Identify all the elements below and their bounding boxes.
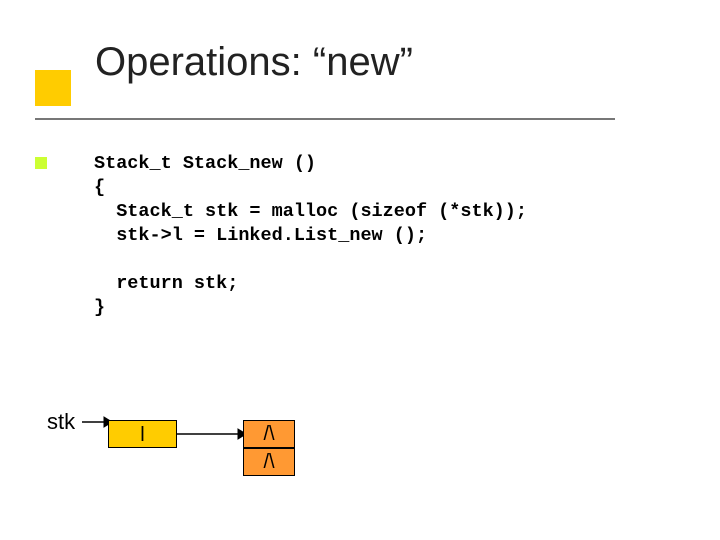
title-underline	[35, 118, 615, 120]
code-line: Stack_t stk = malloc (sizeof (*stk));	[94, 201, 527, 222]
title-bullet-square	[35, 70, 71, 106]
box-null-top: /\	[243, 420, 295, 448]
code-line: return stk;	[94, 273, 238, 294]
body-bullet-square	[35, 157, 47, 169]
box-null-bottom: /\	[243, 448, 295, 476]
code-line: }	[94, 297, 105, 318]
slide-title: Operations: “new”	[95, 40, 413, 85]
arrow-icon	[177, 426, 246, 442]
stk-label: stk	[47, 409, 75, 435]
code-block: Stack_t Stack_new () { Stack_t stk = mal…	[94, 152, 527, 320]
code-line: {	[94, 177, 105, 198]
code-line: stk->l = Linked.List_new ();	[94, 225, 427, 246]
box-l: l	[108, 420, 177, 448]
code-line: Stack_t Stack_new ()	[94, 153, 316, 174]
